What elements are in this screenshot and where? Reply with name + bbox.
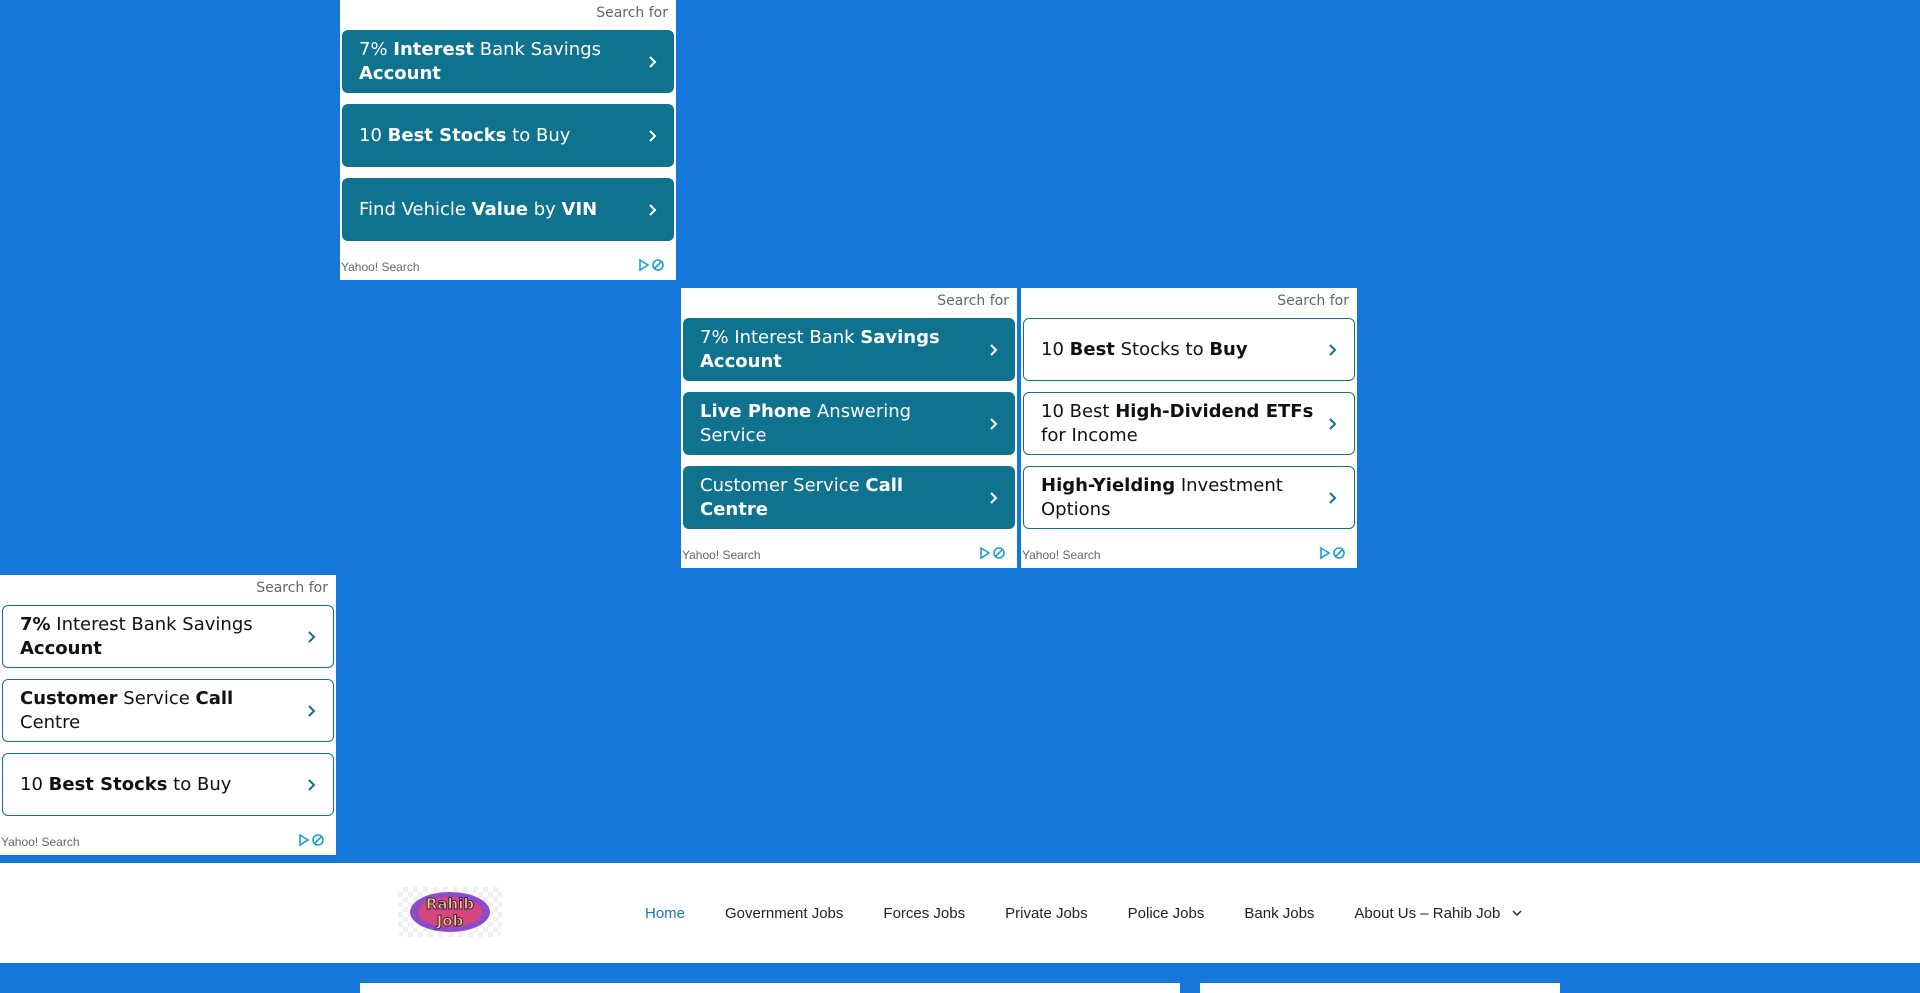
ad-link-text: Customer Service Call Centre (700, 474, 904, 520)
yahoo-search-label[interactable]: Yahoo! Search (341, 260, 420, 274)
ad-link-text: 10 Best High-Dividend ETFs for Income (1041, 400, 1314, 446)
main-nav: Home Government Jobs Forces Jobs Private… (645, 863, 1562, 963)
ad-link-text: 7% Interest Bank Savings Account (20, 613, 253, 659)
adchoices-icon[interactable] (979, 546, 1009, 560)
ad-block-4: Search for 7% Interest Bank Savings Acco… (0, 575, 336, 855)
ad-search-for-label: Search for (596, 5, 668, 21)
nav-about-us-label: About Us – Rahib Job (1354, 904, 1501, 922)
ad-footer: Yahoo! Search (681, 544, 1017, 568)
ad-search-for-label: Search for (1277, 293, 1349, 309)
svg-text:Rahib: Rahib (426, 895, 474, 913)
ad-link-item[interactable]: High-Yielding Investment Options (1023, 466, 1355, 529)
chevron-down-icon (1512, 910, 1522, 916)
ad-footer: Yahoo! Search (340, 256, 676, 280)
site-header: Rahib Job Home Government Jobs Forces Jo… (0, 863, 1920, 963)
ad-link-item[interactable]: Customer Service Call Centre (683, 466, 1015, 529)
content-panel-sidebar (1200, 983, 1560, 993)
chevron-right-icon (990, 343, 998, 356)
yahoo-search-label[interactable]: Yahoo! Search (682, 548, 761, 562)
nav-police-jobs[interactable]: Police Jobs (1128, 905, 1205, 922)
ad-footer: Yahoo! Search (0, 831, 336, 855)
nav-government-jobs[interactable]: Government Jobs (725, 905, 843, 922)
chevron-right-icon (308, 778, 316, 791)
site-logo[interactable]: Rahib Job (398, 887, 502, 937)
ad-link-item[interactable]: Find Vehicle Value by VIN (342, 178, 674, 241)
ad-search-for-label: Search for (937, 293, 1009, 309)
chevron-right-icon (1329, 491, 1337, 504)
adchoices-icon[interactable] (1319, 546, 1349, 560)
nav-forces-jobs[interactable]: Forces Jobs (883, 905, 965, 922)
ad-link-text: 10 Best Stocks to Buy (359, 124, 571, 146)
chevron-right-icon (1329, 417, 1337, 430)
ad-link-text: 7% Interest Bank Savings Account (700, 326, 940, 372)
chevron-right-icon (649, 129, 657, 142)
ad-block-2: Search for 7% Interest Bank Savings Acco… (681, 288, 1017, 568)
chevron-right-icon (990, 491, 998, 504)
ad-footer: Yahoo! Search (1021, 544, 1357, 568)
ad-link-item[interactable]: 10 Best Stocks to Buy (1023, 318, 1355, 381)
chevron-right-icon (1329, 343, 1337, 356)
svg-text:Job: Job (436, 912, 464, 930)
adchoices-icon[interactable] (638, 258, 668, 272)
chevron-right-icon (649, 55, 657, 68)
ad-link-item[interactable]: 10 Best Stocks to Buy (2, 753, 334, 816)
nav-bank-jobs[interactable]: Bank Jobs (1244, 905, 1314, 922)
chevron-right-icon (649, 203, 657, 216)
yahoo-search-label[interactable]: Yahoo! Search (1, 835, 80, 849)
chevron-right-icon (990, 417, 998, 430)
ad-link-item[interactable]: Customer Service Call Centre (2, 679, 334, 742)
ad-link-item[interactable]: 7% Interest Bank Savings Account (683, 318, 1015, 381)
chevron-right-icon (308, 704, 316, 717)
ad-link-text: 10 Best Stocks to Buy (20, 773, 232, 795)
ad-link-text: Find Vehicle Value by VIN (359, 198, 598, 220)
chevron-right-icon (308, 630, 316, 643)
ad-link-item[interactable]: 7% Interest Bank Savings Account (2, 605, 334, 668)
ad-block-1: Search for 7% Interest Bank Savings Acco… (340, 0, 676, 280)
nav-about-us[interactable]: About Us – Rahib Job (1354, 905, 1522, 922)
nav-private-jobs[interactable]: Private Jobs (1005, 905, 1088, 922)
ad-search-for-label: Search for (256, 580, 328, 596)
ad-link-item[interactable]: 7% Interest Bank Savings Account (342, 30, 674, 93)
adchoices-icon[interactable] (298, 833, 328, 847)
ad-link-text: 10 Best Stocks to Buy (1041, 338, 1248, 360)
yahoo-search-label[interactable]: Yahoo! Search (1022, 548, 1101, 562)
ad-link-text: High-Yielding Investment Options (1041, 474, 1283, 520)
ad-link-text: 7% Interest Bank Savings Account (359, 38, 601, 84)
logo-graphic: Rahib Job (410, 892, 490, 932)
ad-link-item[interactable]: 10 Best High-Dividend ETFs for Income (1023, 392, 1355, 455)
ad-block-3: Search for 10 Best Stocks to Buy 10 Best… (1021, 288, 1357, 568)
content-panel-main (360, 983, 1180, 993)
nav-home[interactable]: Home (645, 905, 685, 922)
ad-link-item[interactable]: 10 Best Stocks to Buy (342, 104, 674, 167)
ad-link-text: Live Phone Answering Service (700, 400, 912, 446)
ad-link-text: Customer Service Call Centre (20, 687, 234, 733)
ad-link-item[interactable]: Live Phone Answering Service (683, 392, 1015, 455)
